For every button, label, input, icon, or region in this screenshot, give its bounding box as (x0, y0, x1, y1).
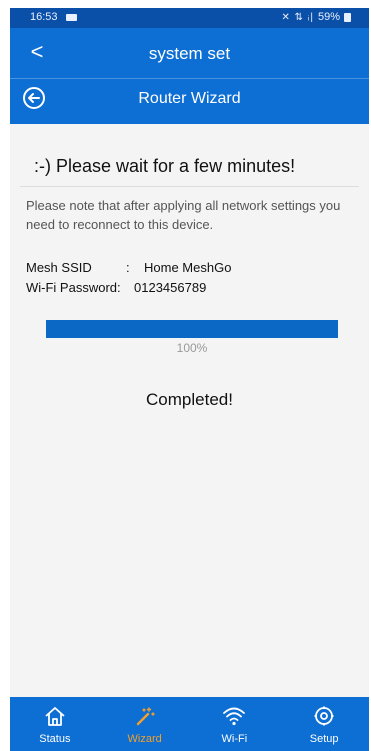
wait-heading: :-) Please wait for a few minutes! (34, 156, 296, 176)
content-divider (20, 186, 359, 187)
status-right: ✕ ⇅ ᵢ| 59% (281, 11, 351, 23)
bottom-tab-bar: Status Wizard Wi-Fi Setup (10, 697, 369, 751)
mesh-ssid-value: Home MeshGo (144, 260, 232, 275)
home-icon (45, 707, 65, 726)
status-icons: ✕ ⇅ ᵢ| (281, 11, 314, 23)
page-subtitle: Router Wizard (138, 90, 241, 107)
progress-bar (46, 320, 338, 338)
tab-wifi[interactable]: Wi-Fi (190, 697, 280, 751)
video-icon (66, 14, 77, 21)
battery-percent: 59% (317, 11, 340, 23)
page-title: system set (148, 44, 231, 63)
main-content: :-) Please wait for a few minutes! Pleas… (10, 124, 369, 697)
wand-icon (136, 707, 155, 726)
reconnect-note: Please note that after applying all netw… (26, 198, 341, 232)
mesh-ssid-separator: : (126, 260, 130, 275)
progress-percent: 100% (176, 341, 208, 355)
frame: 16:53 ✕ ⇅ ᵢ| 59% < system set Router Wiz… (0, 0, 371, 751)
tab-wizard[interactable]: Wizard (100, 697, 190, 751)
progress-fill (46, 320, 338, 338)
status-time: 16:53 (30, 11, 58, 23)
battery-icon (344, 12, 351, 22)
tab-wifi-label: Wi-Fi (221, 733, 248, 745)
header: < system set Router Wizard (10, 28, 369, 124)
mesh-ssid-label: Mesh SSID (26, 260, 92, 275)
wifi-password-value: 0123456789 (134, 280, 207, 295)
wifi-icon (223, 707, 246, 726)
header-divider (10, 78, 369, 79)
tab-setup[interactable]: Setup (279, 697, 369, 751)
completed-text: Completed! (146, 390, 233, 409)
tab-wizard-label: Wizard (127, 733, 162, 745)
status-bar: 16:53 ✕ ⇅ ᵢ| 59% (10, 8, 369, 28)
tab-status-label: Status (39, 733, 71, 745)
wifi-password-label: Wi-Fi Password: (26, 280, 121, 295)
tab-status[interactable]: Status (10, 697, 100, 751)
gear-icon (314, 706, 334, 726)
phone-screen: 16:53 ✕ ⇅ ᵢ| 59% < system set Router Wiz… (10, 8, 369, 751)
tab-setup-label: Setup (309, 733, 339, 745)
